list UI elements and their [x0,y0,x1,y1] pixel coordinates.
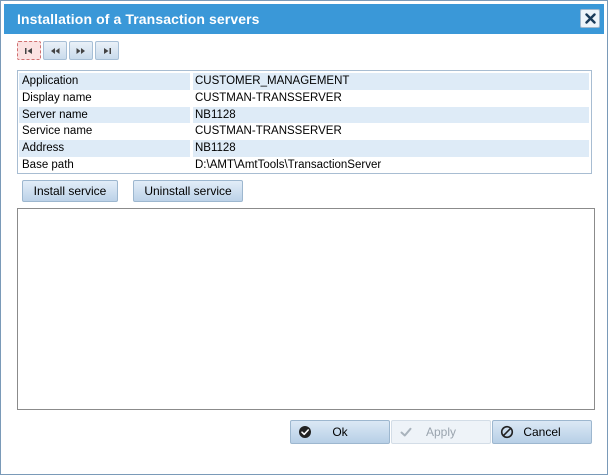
close-icon [584,13,596,24]
previous-icon [51,47,60,54]
property-value: NB1128 [193,106,589,124]
property-value: D:\AMT\AmtTools\TransactionServer [195,158,382,171]
property-row: Base path D:\AMT\AmtTools\TransactionSer… [19,157,590,174]
property-key: Base path [22,158,74,171]
first-icon [25,47,32,54]
property-value: CUSTOMER_MANAGEMENT [193,73,589,90]
property-row: Server name NB1128 [19,106,590,124]
next-icon [76,47,85,54]
ok-label: Ok [332,425,348,439]
last-record-button[interactable] [95,41,119,60]
first-record-button[interactable] [17,41,41,60]
property-row: Service name CUSTMAN-TRANSSERVER [19,123,590,140]
properties-table: Application CUSTOMER_MANAGEMENT Display … [17,70,592,174]
property-key: Display name [22,91,92,104]
property-key: Server name [19,106,190,124]
dialog-window: Installation of a Transaction servers Ap… [0,0,608,475]
property-row: Address NB1128 [19,140,590,157]
check-icon [398,424,414,440]
uninstall-service-button[interactable]: Uninstall service [133,180,243,202]
property-value: CUSTMAN-TRANSSERVER [195,91,342,104]
property-key: Address [19,140,190,157]
cancel-button[interactable]: Cancel [492,420,592,444]
record-navigation [17,41,119,60]
property-value: CUSTMAN-TRANSSERVER [195,125,342,138]
ok-button[interactable]: Ok [290,420,390,444]
previous-record-button[interactable] [43,41,67,60]
install-service-button[interactable]: Install service [22,180,118,202]
property-row: Application CUSTOMER_MANAGEMENT [19,73,590,90]
cancel-icon [499,424,515,440]
property-key: Service name [22,125,93,138]
property-value: NB1128 [193,140,589,157]
property-key: Application [19,73,190,90]
close-button[interactable] [580,9,600,28]
apply-label: Apply [425,425,457,439]
cancel-label: Cancel [523,425,561,439]
title-bar: Installation of a Transaction servers [4,4,604,34]
property-row: Display name CUSTMAN-TRANSSERVER [19,90,590,107]
dialog-title: Installation of a Transaction servers [17,11,260,27]
apply-button[interactable]: Apply [391,420,491,444]
output-log-area[interactable] [17,208,595,410]
last-icon [104,47,111,54]
check-circle-icon [297,424,313,440]
next-record-button[interactable] [69,41,93,60]
